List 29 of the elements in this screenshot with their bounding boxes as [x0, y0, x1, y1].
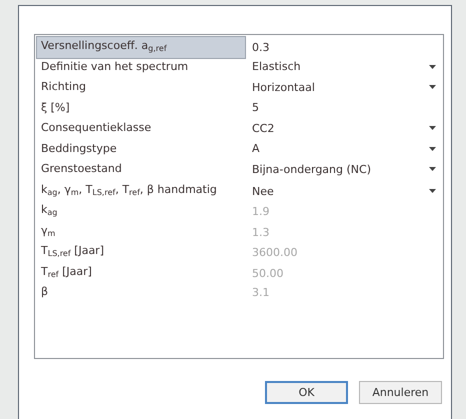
property-value: 3600.00: [251, 246, 298, 259]
property-value[interactable]: A: [246, 142, 422, 156]
property-value[interactable]: Nee: [246, 184, 422, 198]
property-value[interactable]: 5: [246, 101, 422, 114]
property-value: 50.00: [251, 266, 284, 280]
ok-button[interactable]: OK: [265, 381, 348, 404]
caret-icon[interactable]: [428, 146, 436, 151]
caret-icon[interactable]: [428, 85, 436, 90]
property-value: 1.3: [251, 226, 270, 238]
caret-icon[interactable]: [428, 189, 436, 193]
property-value: 1.9: [251, 205, 270, 218]
property-value[interactable]: CC2: [246, 122, 422, 135]
property-label[interactable]: Consequentieklasse: [36, 118, 246, 138]
property-label[interactable]: Versnellingscoeff. a$_{g,ref}$: [36, 36, 246, 59]
property-label[interactable]: ξ [%]: [36, 98, 246, 118]
property-label[interactable]: Grenstoestand: [36, 159, 246, 180]
property-value: 3.1: [251, 286, 270, 299]
caret-icon[interactable]: [428, 126, 436, 130]
property-value[interactable]: Horizontaal: [246, 80, 422, 94]
property-label[interactable]: k$_{ag}$, γ$_{m}$, T$_{LS,ref}$, T$_{ref}$, β handmatig: [36, 180, 246, 202]
property-value[interactable]: Bijna-ondergang (NC): [246, 162, 422, 176]
property-label[interactable]: Richting: [36, 77, 246, 98]
property-value[interactable]: 0.3: [246, 41, 422, 54]
caret-icon[interactable]: [428, 167, 436, 172]
property-label[interactable]: Definitie van het spectrum: [36, 56, 246, 77]
property-label[interactable]: Beddingstype: [36, 138, 246, 159]
cancel-button[interactable]: Annuleren: [359, 381, 442, 404]
property-value[interactable]: Elastisch: [246, 60, 422, 74]
caret-icon[interactable]: [428, 64, 436, 69]
